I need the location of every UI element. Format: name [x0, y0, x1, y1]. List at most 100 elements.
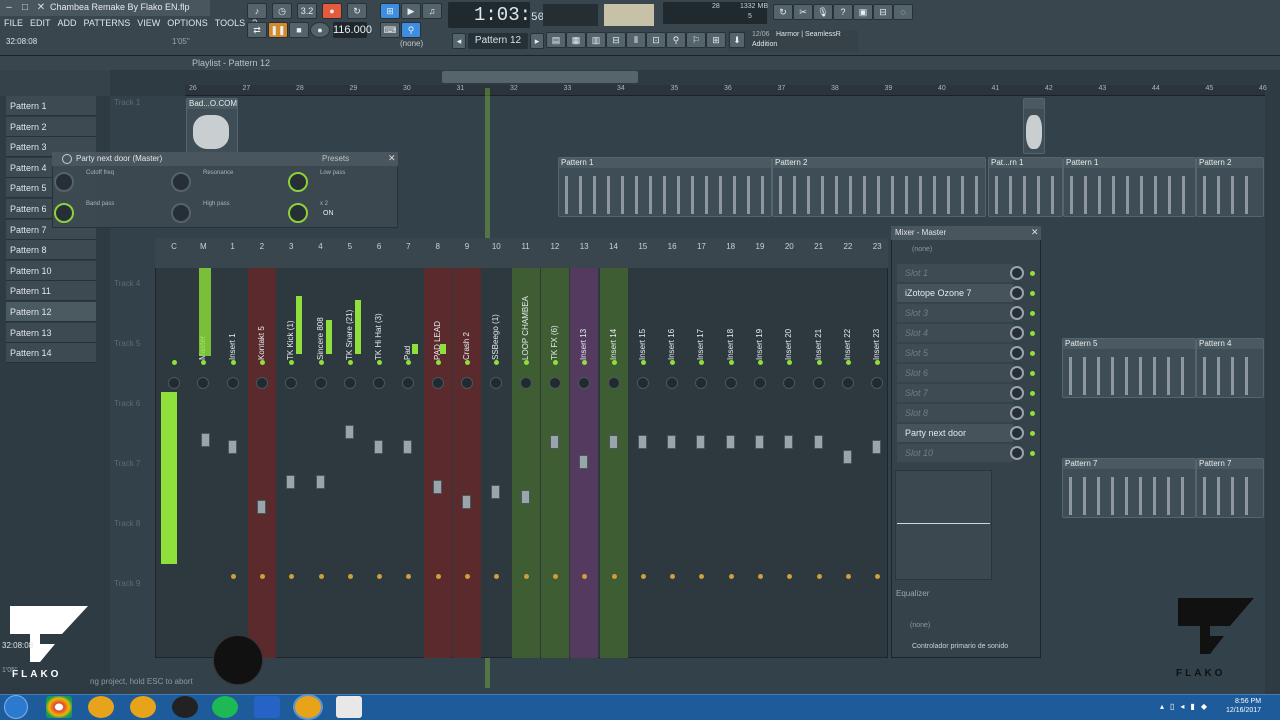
refresh-icon[interactable]: ↻	[773, 4, 793, 20]
pattern-clip[interactable]: Pattern 1	[558, 157, 772, 217]
route-indicator[interactable]	[640, 574, 646, 579]
cutoff-knob[interactable]	[54, 172, 74, 192]
fl-studio-icon[interactable]	[88, 696, 114, 718]
pause-button[interactable]: ❚❚	[268, 22, 288, 38]
playlist-icon[interactable]: ▤	[546, 32, 566, 48]
resonance-knob[interactable]	[171, 172, 191, 192]
slot-mix-knob[interactable]	[1010, 286, 1024, 300]
route-indicator[interactable]	[435, 574, 441, 579]
route-indicator[interactable]	[318, 574, 324, 579]
pan-knob[interactable]	[724, 377, 737, 389]
fl-studio-active-icon[interactable]	[295, 696, 321, 718]
pan-knob[interactable]	[226, 377, 239, 389]
pattern-item[interactable]: Pattern 11	[6, 281, 96, 302]
cut-icon[interactable]: ✂	[793, 4, 813, 20]
menu-add[interactable]: ADD	[58, 18, 77, 32]
slot-enable-led[interactable]	[1030, 351, 1035, 356]
metronome-icon[interactable]: ♪	[247, 3, 267, 19]
output-none[interactable]: (none)	[910, 622, 930, 629]
volume-fader[interactable]	[608, 435, 618, 449]
close-icon[interactable]: ✕	[1031, 227, 1039, 238]
stop-button[interactable]: ■	[289, 22, 309, 38]
question-icon[interactable]: ?	[833, 4, 853, 20]
time-ruler[interactable]: 26 27 28 29 30 31 32 33 34 35 36 37 38 39 40 41 42 43 44 45…	[185, 85, 1267, 96]
route-indicator[interactable]	[611, 574, 617, 579]
taskbar-clock[interactable]: 8:56 PM 12/16/2017	[1226, 697, 1261, 715]
slot-mix-knob[interactable]	[1010, 326, 1024, 340]
snap-none[interactable]: (none)	[400, 39, 423, 48]
news-title[interactable]: Harmor | SeamlessR	[776, 31, 841, 38]
pan-knob[interactable]	[636, 377, 649, 389]
pattern-clip[interactable]: Pattern 2	[772, 157, 986, 217]
link-icon[interactable]: ⚲	[401, 22, 421, 38]
slot-mix-knob[interactable]	[1010, 386, 1024, 400]
camtasia-icon[interactable]	[336, 696, 362, 718]
close-icon[interactable]: ✕	[388, 153, 396, 164]
pan-knob[interactable]	[431, 377, 444, 389]
bandpass-knob[interactable]	[54, 203, 74, 223]
volume-fader[interactable]	[432, 480, 442, 494]
volume-fader[interactable]	[344, 425, 354, 439]
volume-fader[interactable]	[696, 435, 706, 449]
mute-led[interactable]	[318, 360, 324, 365]
pan-knob[interactable]	[519, 377, 532, 389]
slot-mix-knob[interactable]	[1010, 366, 1024, 380]
pattern-item[interactable]: Pattern 1	[6, 96, 96, 116]
route-indicator[interactable]	[845, 574, 851, 579]
fx-slot[interactable]: Slot 6	[897, 364, 1013, 382]
piano-roll-icon[interactable]: ▦	[566, 32, 586, 48]
slot-enable-led[interactable]	[1030, 331, 1035, 336]
menu-options[interactable]: OPTIONS	[167, 18, 208, 32]
volume-fader[interactable]	[755, 435, 764, 449]
loop-record-icon[interactable]: ↻	[347, 3, 367, 19]
pan-knob[interactable]	[255, 377, 268, 389]
volume-fader[interactable]	[403, 440, 413, 454]
pan-knob[interactable]	[548, 377, 561, 389]
volume-fader[interactable]	[579, 455, 589, 469]
volume-fader[interactable]	[725, 435, 735, 449]
mute-led[interactable]	[845, 360, 851, 365]
volume-fader[interactable]	[491, 485, 501, 499]
minimize-icon[interactable]: –	[2, 1, 16, 15]
start-button[interactable]	[4, 695, 28, 719]
pan-knob[interactable]	[314, 377, 327, 389]
on-label[interactable]: ON	[323, 210, 334, 217]
slot-mix-knob[interactable]	[1010, 426, 1024, 440]
fx-slot[interactable]: Slot 7	[897, 384, 1013, 402]
mute-led[interactable]	[640, 360, 646, 365]
input-none[interactable]: (none)	[912, 246, 932, 253]
pattern-next-icon[interactable]: ▸	[530, 33, 544, 49]
obs-icon[interactable]	[172, 696, 198, 718]
volume-fader[interactable]	[315, 475, 325, 489]
route-indicator[interactable]	[230, 574, 236, 579]
mute-led[interactable]	[611, 360, 617, 365]
store-icon[interactable]	[254, 696, 280, 718]
channel-rack-icon[interactable]: ▥	[586, 32, 606, 48]
slot-mix-knob[interactable]	[1010, 266, 1024, 280]
slot-enable-led[interactable]	[1030, 431, 1035, 436]
mute-led[interactable]	[172, 360, 177, 365]
mute-led[interactable]	[259, 360, 265, 365]
slot-mix-knob[interactable]	[1010, 306, 1024, 320]
equalizer-graph[interactable]	[895, 470, 992, 580]
menu-file[interactable]: FILE	[4, 18, 23, 32]
route-indicator[interactable]	[816, 574, 822, 579]
pattern-clip[interactable]: Pattern 2	[1196, 157, 1264, 217]
volume-fader[interactable]	[872, 440, 882, 454]
pattern-item[interactable]: Pattern 2	[6, 116, 96, 137]
plugin-icon[interactable]: ⊡	[646, 32, 666, 48]
slot-mix-knob[interactable]	[1010, 446, 1024, 460]
route-indicator[interactable]	[552, 574, 558, 579]
slot-mix-knob[interactable]	[1010, 346, 1024, 360]
pan-knob[interactable]	[812, 377, 825, 389]
volume-fader[interactable]	[374, 440, 384, 454]
render-icon[interactable]: ⊟	[873, 4, 893, 20]
lowpass-knob[interactable]	[288, 172, 308, 192]
menu-view[interactable]: VIEW	[137, 18, 160, 32]
step-edit-icon[interactable]: ▶	[401, 3, 421, 19]
slot-enable-led[interactable]	[1030, 311, 1035, 316]
pan-knob[interactable]	[373, 377, 386, 389]
pan-knob[interactable]	[343, 377, 356, 389]
pan-knob[interactable]	[607, 377, 620, 389]
pan-knob[interactable]	[168, 377, 180, 389]
